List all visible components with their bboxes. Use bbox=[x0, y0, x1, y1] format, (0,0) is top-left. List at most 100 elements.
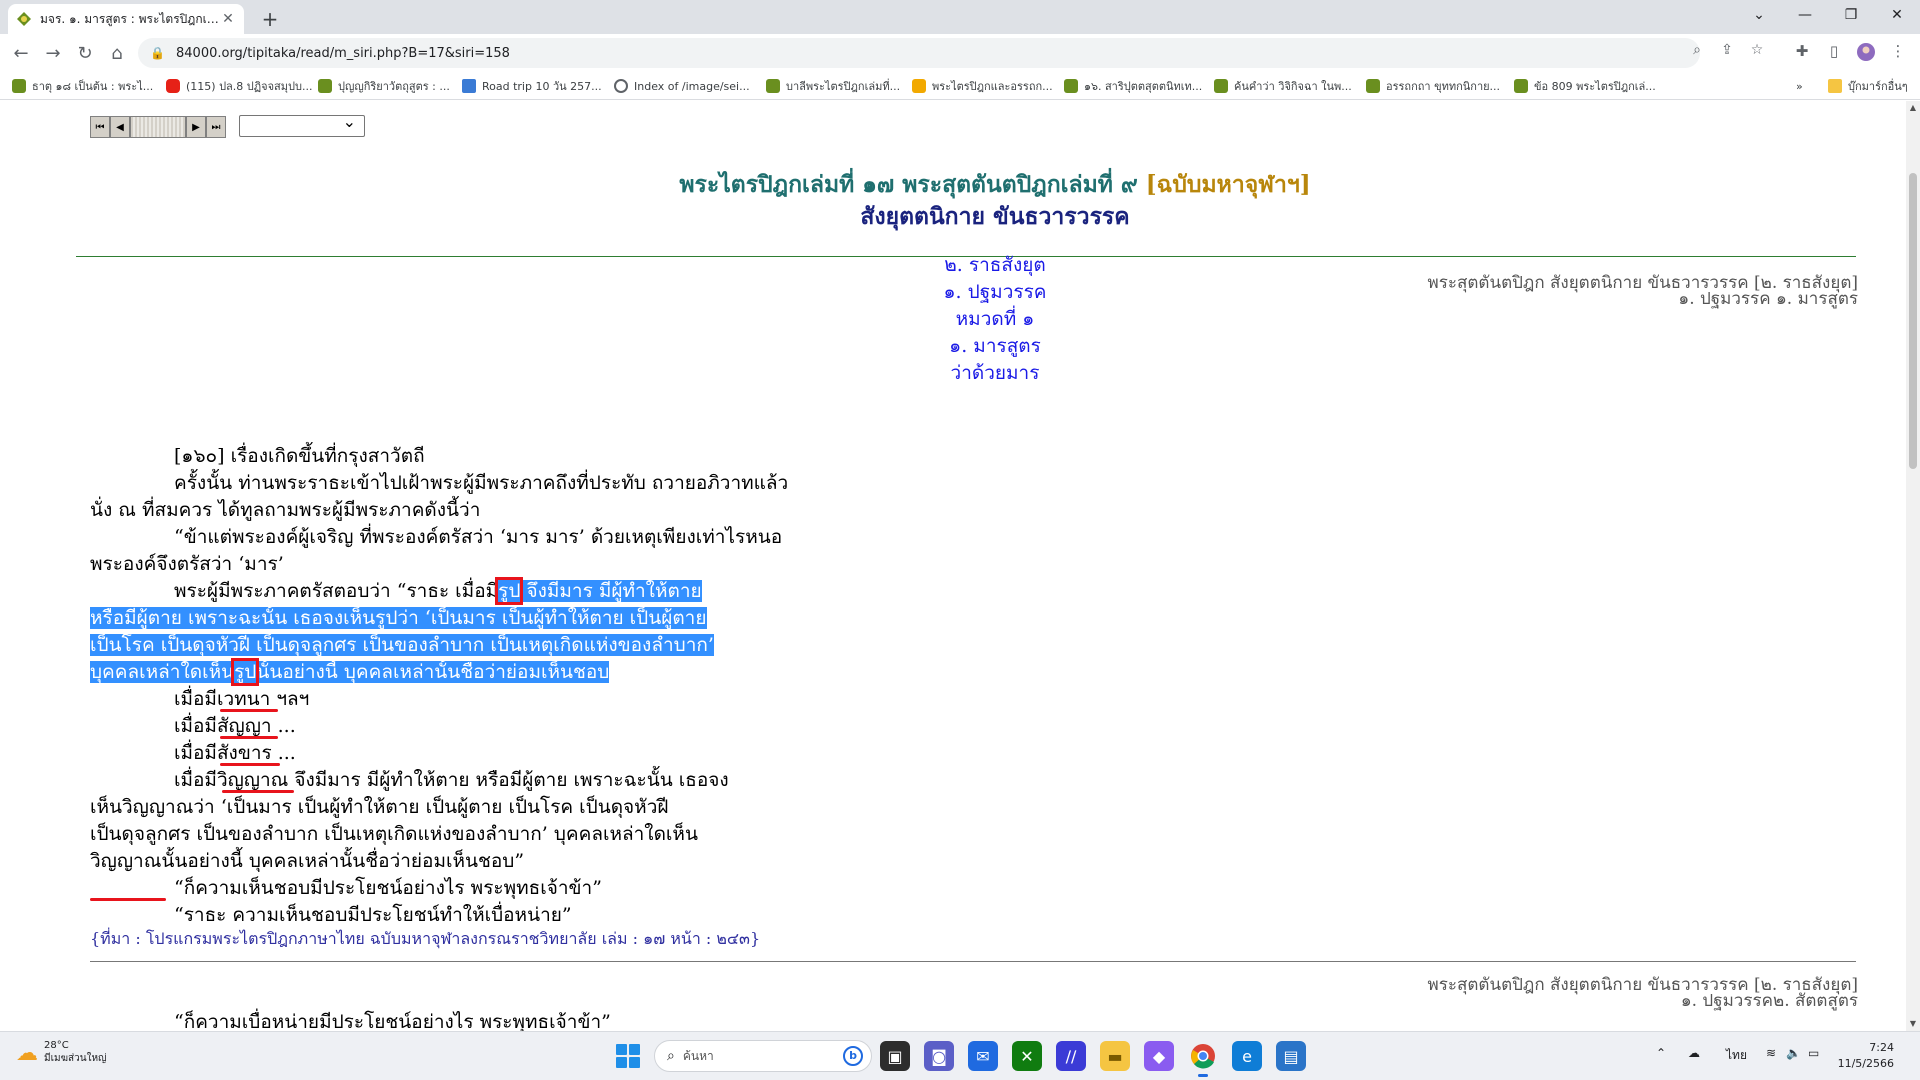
sutta-heading: ๒. ราธสังยุต ๑. ปฐมวรรค หมวดที่ ๑ ๑. มาร… bbox=[943, 254, 1047, 384]
next-page-icon[interactable]: ▶ bbox=[186, 116, 206, 138]
back-arrow-icon[interactable]: ← bbox=[6, 38, 36, 68]
share-icon[interactable]: ⇪ bbox=[1716, 42, 1738, 64]
address-bar[interactable]: 🔒 84000.org/tipitaka/read/m_siri.php?B=1… bbox=[138, 38, 1700, 68]
bookmark-item[interactable]: Road trip 10 วัน 257... bbox=[462, 77, 602, 95]
text-line: บุคคลเหล่าใดเห็นรูปนั้นอย่างนี้ บุคคลเหล… bbox=[90, 658, 860, 686]
app-icon[interactable]: ◆ bbox=[1144, 1041, 1174, 1071]
tray-overflow-icon[interactable]: ⌃ bbox=[1656, 1046, 1666, 1060]
browser-tab-active[interactable]: มจร. ๑. มารสูตร : พระไตรปิฎกเล่มที่ ๑๗ ✕ bbox=[8, 4, 244, 34]
page-navigator: ⏮ ◀ ▶ ⏭ bbox=[90, 116, 226, 138]
vertical-scrollbar[interactable]: ▲ ▼ bbox=[1906, 101, 1920, 1031]
bookmark-item[interactable]: ค้นคำว่า วิจิกิจฉา ในพ... bbox=[1214, 77, 1352, 95]
text-line: “ราธะ ความเห็นชอบมีประโยชน์ทำให้เบื่อหน่… bbox=[174, 904, 572, 926]
store-icon[interactable]: ▤ bbox=[1276, 1041, 1306, 1071]
system-clock[interactable]: 7:24 11/5/2566 bbox=[1838, 1040, 1894, 1072]
bookmark-item[interactable]: ๑๖. สาริปุตตสุตตนิทเท... bbox=[1064, 77, 1202, 95]
previous-page-icon[interactable]: ◀ bbox=[110, 116, 130, 138]
mail-icon[interactable]: ✉ bbox=[968, 1041, 998, 1071]
windows-taskbar: ☁ 28°C มีเมฆส่วนใหญ่ ⌕ ค้นหา b ▣ ◙ ✉ ✕ ∕… bbox=[0, 1031, 1920, 1080]
text-line: พระผู้มีพระภาคตรัสตอบว่า “ราธะ เมื่อมีรู… bbox=[174, 577, 702, 605]
xbox-icon[interactable]: ✕ bbox=[1012, 1041, 1042, 1071]
lock-icon[interactable]: 🔒 bbox=[150, 46, 166, 60]
visual-studio-icon[interactable]: ∕∕ bbox=[1056, 1041, 1086, 1071]
bookmarks-bar: ธาตุ ๑๘ เป็นต้น : พระไ... (115) ปล.8 ปฏิ… bbox=[0, 72, 1920, 100]
bookmark-favicon-icon bbox=[912, 79, 926, 93]
search-icon: ⌕ bbox=[667, 1048, 675, 1064]
text-line: นั่ง ณ ที่สมควร ได้ทูลถามพระผู้มีพระภาคด… bbox=[90, 499, 481, 521]
bookmark-item[interactable]: บาลีพระไตรปิฎกเล่มที่... bbox=[766, 77, 900, 95]
page-title: พระไตรปิฎกเล่มที่ ๑๗ พระสุตตันตปิฎกเล่มท… bbox=[679, 171, 1311, 198]
sutta-body: [๑๖๐] เรื่องเกิดขึ้นที่กรุงสาวัตถี ครั้ง… bbox=[90, 443, 860, 929]
edge-icon[interactable]: e bbox=[1232, 1041, 1262, 1071]
tab-strip: มจร. ๑. มารสูตร : พระไตรปิฎกเล่มที่ ๑๗ ✕… bbox=[0, 0, 1920, 34]
window-minimize-button[interactable]: — bbox=[1782, 0, 1828, 30]
forward-arrow-icon[interactable]: → bbox=[38, 38, 68, 68]
teams-chat-icon[interactable]: ◙ bbox=[924, 1041, 954, 1071]
bookmark-item[interactable]: ปุญญกิริยาวัตถุสูตร : ... bbox=[318, 77, 450, 95]
battery-icon[interactable]: ▭ bbox=[1808, 1046, 1819, 1060]
red-underline-vedana bbox=[220, 709, 278, 712]
onedrive-cloud-icon[interactable]: ☁ bbox=[1688, 1046, 1700, 1060]
extensions-puzzle-icon[interactable]: ✚ bbox=[1790, 42, 1814, 64]
bing-icon[interactable]: b bbox=[843, 1046, 863, 1066]
new-tab-button[interactable]: + bbox=[256, 5, 284, 33]
bookmark-item[interactable]: (115) ปล.8 ปฏิจจสมุปบ... bbox=[166, 77, 312, 95]
zoom-icon[interactable]: ⌕ bbox=[1686, 42, 1708, 64]
text-line: “ก็ความเห็นชอบมีประโยชน์อย่างไร พระพุทธเ… bbox=[174, 877, 602, 899]
wifi-icon[interactable]: ≋ bbox=[1766, 1046, 1776, 1060]
browser-menu-icon[interactable]: ⋮ bbox=[1886, 42, 1910, 64]
red-underline-sanna bbox=[220, 736, 278, 739]
input-language[interactable]: ไทย bbox=[1726, 1046, 1747, 1065]
last-page-icon[interactable]: ⏭ bbox=[206, 116, 226, 138]
text-line: หรือมีผู้ตาย เพราะฉะนั้น เธอจงเห็นรูปว่า… bbox=[90, 605, 860, 632]
folder-icon bbox=[1828, 79, 1842, 93]
selected-text: เป็นโรค เป็นดุจหัวฝี เป็นดุจลูกศร เป็นขอ… bbox=[90, 634, 714, 656]
source-citation: {ที่มา : โปรแกรมพระไตรปิฎกภาษาไทย ฉบับมห… bbox=[90, 929, 761, 948]
home-icon[interactable]: ⌂ bbox=[102, 38, 132, 68]
start-button[interactable] bbox=[616, 1044, 640, 1068]
page-slider[interactable] bbox=[130, 116, 186, 138]
weather-widget[interactable]: ☁ 28°C มีเมฆส่วนใหญ่ bbox=[16, 1040, 107, 1066]
next-sutta-text: “ก็ความเบื่อหน่ายมีประโยชน์อย่างไร พระพุ… bbox=[174, 1011, 611, 1031]
window-close-button[interactable]: ✕ bbox=[1874, 0, 1920, 30]
bookmarks-overflow-button[interactable]: » bbox=[1796, 77, 1803, 95]
reload-icon[interactable]: ↻ bbox=[70, 38, 100, 68]
volume-icon[interactable]: 🔈 bbox=[1786, 1046, 1801, 1060]
cloud-sun-icon: ☁ bbox=[16, 1040, 38, 1066]
text-line: “ข้าแต่พระองค์ผู้เจริญ ที่พระองค์ตรัสว่า… bbox=[174, 526, 783, 548]
page-select[interactable] bbox=[239, 112, 365, 137]
reference-header-bottom: พระสุตตันตปิฎก สังยุตตนิกาย ขันธวารวรรค … bbox=[1427, 975, 1858, 1011]
chrome-icon[interactable] bbox=[1188, 1041, 1218, 1077]
task-view-icon[interactable]: ▣ bbox=[880, 1041, 910, 1071]
bookmark-star-icon[interactable]: ☆ bbox=[1746, 42, 1768, 64]
bookmark-item[interactable]: ธาตุ ๑๘ เป็นต้น : พระไ... bbox=[12, 77, 153, 95]
first-page-icon[interactable]: ⏮ bbox=[90, 116, 110, 138]
bookmark-item[interactable]: พระไตรปิฎกและอรรถก... bbox=[912, 77, 1053, 95]
scroll-up-icon[interactable]: ▲ bbox=[1906, 101, 1920, 115]
bookmark-favicon-icon bbox=[318, 79, 332, 93]
page-subtitle: สังยุตตนิกาย ขันธวารวรรค bbox=[860, 203, 1130, 230]
bookmark-item[interactable]: Index of /image/sei... bbox=[614, 77, 750, 95]
window-maximize-button[interactable]: ❐ bbox=[1828, 0, 1874, 30]
side-panel-icon[interactable]: ▯ bbox=[1822, 42, 1846, 64]
page-content: ⏮ ◀ ▶ ⏭ พระไตรปิฎกเล่มที่ ๑๗ พระสุตตันตป… bbox=[0, 101, 1906, 1031]
scrollbar-thumb[interactable] bbox=[1909, 173, 1917, 469]
section-divider bbox=[90, 961, 1856, 962]
tab-close-icon[interactable]: ✕ bbox=[220, 11, 236, 27]
red-underline-vinnana-2 bbox=[90, 898, 166, 901]
taskbar-search[interactable]: ⌕ ค้นหา b bbox=[654, 1040, 872, 1072]
browser-toolbar: ← → ↻ ⌂ 🔒 84000.org/tipitaka/read/m_siri… bbox=[0, 34, 1920, 72]
tab-search-chevron-icon[interactable]: ⌄ bbox=[1736, 0, 1782, 30]
file-explorer-icon[interactable]: ▬ bbox=[1100, 1041, 1130, 1071]
text-line: เมื่อมีวิญญาณ จึงมีมาร มีผู้ทำให้ตาย หรื… bbox=[174, 769, 729, 791]
site-favicon-icon bbox=[17, 12, 31, 26]
bookmark-item[interactable]: ข้อ 809 พระไตรปิฎกเล่... bbox=[1514, 77, 1656, 95]
scroll-down-icon[interactable]: ▼ bbox=[1906, 1017, 1920, 1031]
profile-avatar[interactable] bbox=[1854, 42, 1878, 64]
other-bookmarks-folder[interactable]: บุ๊กมาร์กอื่นๆ bbox=[1828, 77, 1908, 95]
selected-text: บุคคลเหล่าใดเห็น bbox=[90, 661, 235, 683]
bookmark-favicon-icon bbox=[766, 79, 780, 93]
bookmark-item[interactable]: อรรถกถา ขุททกนิกาย... bbox=[1366, 77, 1500, 95]
text-line: เห็นวิญญาณว่า ‘เป็นมาร เป็นผู้ทำให้ตาย เ… bbox=[90, 796, 669, 818]
bookmark-favicon-icon bbox=[1514, 79, 1528, 93]
